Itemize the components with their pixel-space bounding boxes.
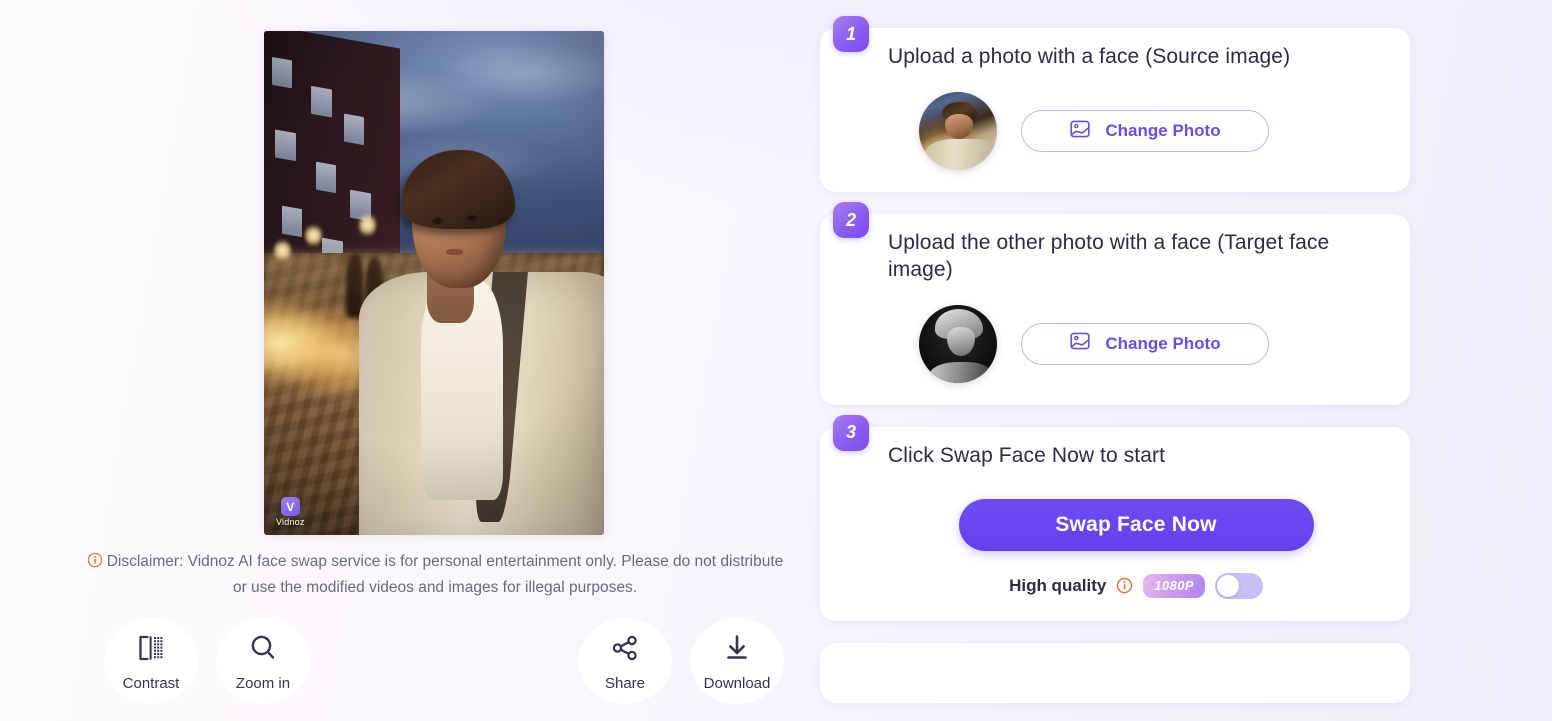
step-title-1: Upload a photo with a face (Source image… xyxy=(888,45,1291,68)
step-badge-2: 2 xyxy=(833,202,869,239)
toolbar-left-group: Contrast Zoom in xyxy=(104,618,310,704)
disclaimer-text: Disclaimer: Vidnoz AI face swap service … xyxy=(106,553,784,596)
zoom-in-label: Zoom in xyxy=(235,674,291,692)
step-title-2: Upload the other photo with a face (Targ… xyxy=(888,231,1330,281)
contrast-label: Contrast xyxy=(122,674,180,692)
source-face-avatar[interactable] xyxy=(919,92,997,171)
swap-face-now-button[interactable]: Swap Face Now xyxy=(958,499,1314,551)
high-quality-toggle[interactable] xyxy=(1214,573,1263,599)
result-image xyxy=(264,31,604,535)
vidnoz-watermark: V Vidnoz xyxy=(276,497,305,527)
source-upload-row: Change Photo xyxy=(888,92,1384,171)
change-target-photo-button[interactable]: Change Photo xyxy=(1021,322,1269,365)
image-icon xyxy=(1069,118,1091,145)
toggle-knob xyxy=(1216,575,1239,597)
info-circle-icon xyxy=(87,552,103,576)
result-image-preview[interactable]: V Vidnoz xyxy=(264,31,604,535)
toolbar-right-group: Share Download xyxy=(578,618,784,704)
download-label: Download xyxy=(703,674,771,692)
target-upload-row: Change Photo xyxy=(888,304,1384,383)
disclaimer: Disclaimer: Vidnoz AI face swap service … xyxy=(85,550,785,600)
contrast-icon xyxy=(134,631,168,668)
target-face-avatar[interactable] xyxy=(919,304,997,383)
high-quality-label: High quality xyxy=(1009,576,1107,595)
download-icon xyxy=(720,631,754,668)
share-icon xyxy=(608,631,642,668)
change-source-photo-button[interactable]: Change Photo xyxy=(1021,110,1269,153)
steps-panel: 1 Upload a photo with a face (Source ima… xyxy=(820,0,1552,721)
step-card-3: 3 Click Swap Face Now to start Swap Face… xyxy=(820,414,1410,621)
step-badge-1: 1 xyxy=(833,16,869,52)
change-source-photo-label: Change Photo xyxy=(1105,121,1221,141)
change-target-photo-label: Change Photo xyxy=(1105,333,1221,353)
next-card-partial xyxy=(820,643,1410,703)
steps-list: 1 Upload a photo with a face (Source ima… xyxy=(820,16,1410,703)
watermark-label: Vidnoz xyxy=(276,517,305,527)
vidnoz-logo-icon: V xyxy=(280,497,300,516)
magnifier-icon xyxy=(246,631,280,668)
zoom-in-button[interactable]: Zoom in xyxy=(216,618,310,704)
high-quality-row: High quality 1080P xyxy=(888,573,1384,599)
share-button[interactable]: Share xyxy=(578,618,672,704)
step-card-2: 2 Upload the other photo with a face (Ta… xyxy=(820,202,1410,405)
photo-subject xyxy=(352,150,604,535)
image-icon xyxy=(1069,330,1091,357)
step-title-3: Click Swap Face Now to start xyxy=(888,443,1166,467)
contrast-button[interactable]: Contrast xyxy=(104,618,198,704)
resolution-badge: 1080P xyxy=(1143,574,1205,598)
image-toolbar: Contrast Zoom in Share Download xyxy=(104,618,784,704)
preview-panel: V Vidnoz Disclaimer: Vidnoz AI face swap… xyxy=(0,0,820,721)
step-badge-3: 3 xyxy=(833,414,869,451)
step-card-1: 1 Upload a photo with a face (Source ima… xyxy=(820,16,1410,193)
face-swap-page: V Vidnoz Disclaimer: Vidnoz AI face swap… xyxy=(0,0,1552,721)
share-label: Share xyxy=(604,674,646,692)
info-circle-icon[interactable] xyxy=(1116,577,1133,596)
download-button[interactable]: Download xyxy=(690,618,784,704)
